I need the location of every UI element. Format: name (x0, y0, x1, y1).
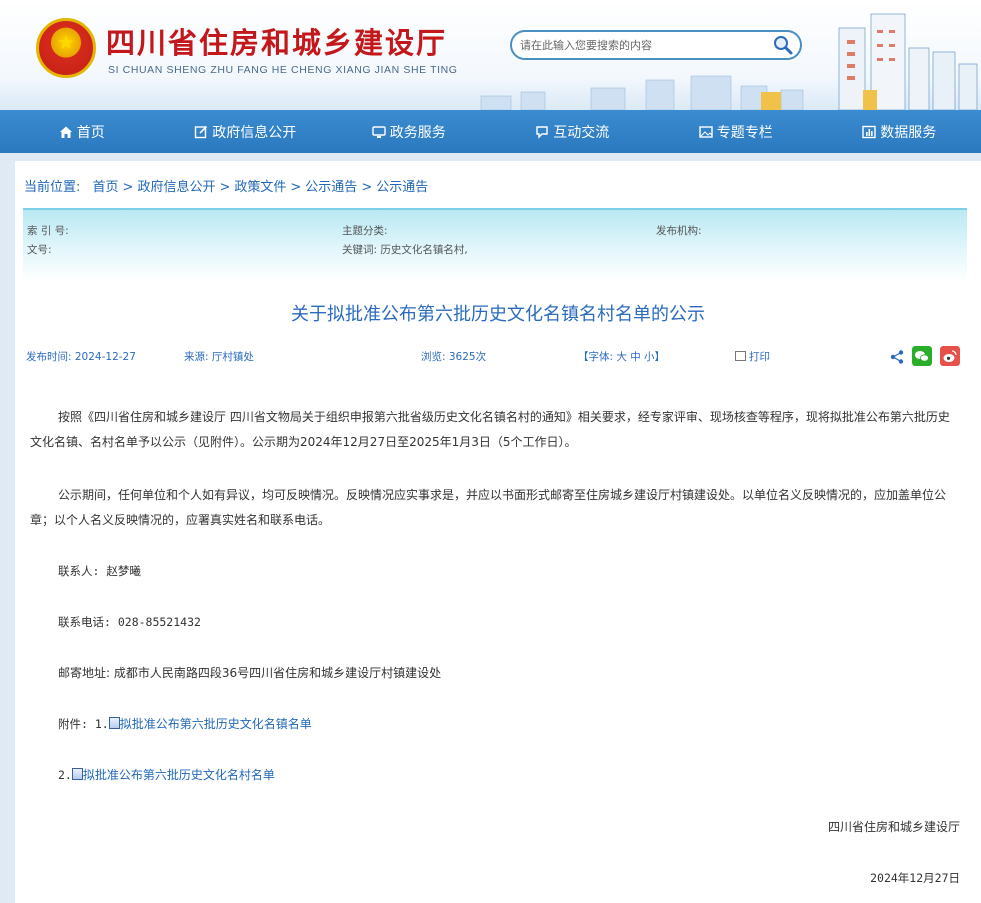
nav-item-label: 数据服务 (880, 124, 937, 141)
monitor-icon (372, 125, 386, 138)
breadcrumb: 当前位置: 首页 > 政府信息公开 > 政策文件 > 公示通告 > 公示通告 (24, 180, 429, 195)
contact-person: 联系人: 赵梦曦 (58, 564, 141, 578)
nav-item-label: 首页 (76, 124, 105, 141)
document-icon (71, 768, 83, 780)
article-info-bar: 发布时间: 2024-12-27 来源: 厅村镇处 浏览: 3625次 【字体:… (26, 346, 970, 368)
nav-item-home[interactable]: 首页 (0, 110, 164, 153)
site-pinyin: SI CHUAN SHENG ZHU FANG HE CHENG XIANG J… (108, 64, 458, 76)
nav-item-gov-info[interactable]: 政府信息公开 (164, 110, 328, 153)
document-icon (108, 717, 120, 729)
view-count: 浏览: 3625次 (421, 351, 487, 363)
nav-item-label: 政务服务 (389, 124, 446, 141)
meta-keywords: 关键词: 历史文化名镇名村, (342, 244, 468, 256)
meta-docno-label: 文号: (27, 244, 52, 256)
breadcrumb-link-gov-info[interactable]: 政府信息公开 (137, 180, 215, 195)
contact-phone: 联系电话: 028-85521432 (58, 615, 201, 629)
nav-item-interaction[interactable]: 互动交流 (491, 110, 655, 153)
mailing-address: 邮寄地址: 成都市人民南路四段36号四川省住房和城乡建设厅村镇建设处 (58, 666, 442, 680)
article-paragraph-2: 公示期间，任何单位和个人如有异议，均可反映情况。反映情况应实事求是，并应以书面形… (30, 488, 947, 527)
meta-publisher-label: 发布机构: (656, 225, 702, 237)
nav-item-topics[interactable]: 专题专栏 (654, 110, 818, 153)
search-box (510, 30, 802, 60)
document-meta-box: 索 引 号: 主题分类: 发布机构: 文号: 关键词: 历史文化名镇名村, (23, 208, 967, 281)
breadcrumb-link-policy[interactable]: 政策文件 (234, 180, 286, 195)
image-icon (699, 125, 713, 138)
print-button[interactable]: 打印 (735, 349, 770, 364)
share-icon[interactable] (889, 349, 905, 365)
article-paragraph-1: 按照《四川省住房和城乡建设厅 四川省文物局关于组织申报第六批省级历史文化名镇名村… (30, 410, 950, 449)
meta-index-label: 索 引 号: (27, 225, 69, 237)
nav-item-label: 专题专栏 (716, 124, 773, 141)
site-title[interactable]: 四川省住房和城乡建设厅 (106, 20, 447, 62)
chat-icon (536, 125, 548, 139)
breadcrumb-prefix: 当前位置: (24, 180, 81, 195)
attachment-prefix: 附件: 1. (58, 717, 109, 731)
print-label: 打印 (749, 351, 770, 363)
attachment-link-1[interactable]: 拟批准公布第六批历史文化名镇名单 (120, 717, 312, 731)
national-emblem-icon: ★ (36, 18, 96, 78)
breadcrumb-link-notice-current[interactable]: 公示通告 (376, 180, 428, 195)
meta-category-label: 主题分类: (342, 225, 388, 237)
article-title: 关于拟批准公布第六批历史文化名镇名村名单的公示 (291, 304, 705, 325)
nav-item-gov-service[interactable]: 政务服务 (327, 110, 491, 153)
article-source: 来源: 厅村镇处 (184, 351, 254, 363)
publish-time: 发布时间: 2024-12-27 (26, 351, 136, 363)
chart-icon (862, 125, 876, 138)
attachment-link-2[interactable]: 拟批准公布第六批历史文化名村名单 (83, 768, 275, 782)
nav-item-label: 互动交流 (553, 124, 610, 141)
signature-org: 四川省住房和城乡建设厅 (827, 820, 960, 834)
content-panel: 当前位置: 首页 > 政府信息公开 > 政策文件 > 公示通告 > 公示通告 索 引 号: 主题… (15, 161, 981, 903)
breadcrumb-link-notice[interactable]: 公示通告 (305, 180, 357, 195)
print-icon (735, 351, 746, 361)
font-size-selector[interactable]: 【字体: 大 中 小】 (578, 349, 665, 364)
home-icon (59, 126, 72, 138)
attachment-prefix-2: 2. (58, 768, 72, 782)
search-icon[interactable] (772, 34, 794, 56)
breadcrumb-link-home[interactable]: 首页 (93, 180, 119, 195)
site-header: ★ 四川省住房和城乡建设厅 SI CHUAN SHENG ZHU FANG HE… (0, 0, 981, 110)
nav-item-data-service[interactable]: 数据服务 (818, 110, 981, 153)
search-input[interactable] (520, 36, 770, 54)
weibo-share-icon[interactable] (940, 346, 960, 366)
signature-date: 2024年12月27日 (870, 871, 960, 885)
nav-item-label: 政府信息公开 (212, 124, 297, 141)
edit-icon (195, 125, 208, 138)
attachment-line-1: 附件: 1. 拟批准公布第六批历史文化名镇名单 (58, 712, 981, 737)
main-nav: 首页 政府信息公开 政务服务 互动交流 专题专栏 数据服务 (0, 110, 981, 153)
wechat-share-icon[interactable] (912, 346, 932, 366)
attachment-line-2: 2. 拟批准公布第六批历史文化名村名单 (58, 763, 981, 788)
